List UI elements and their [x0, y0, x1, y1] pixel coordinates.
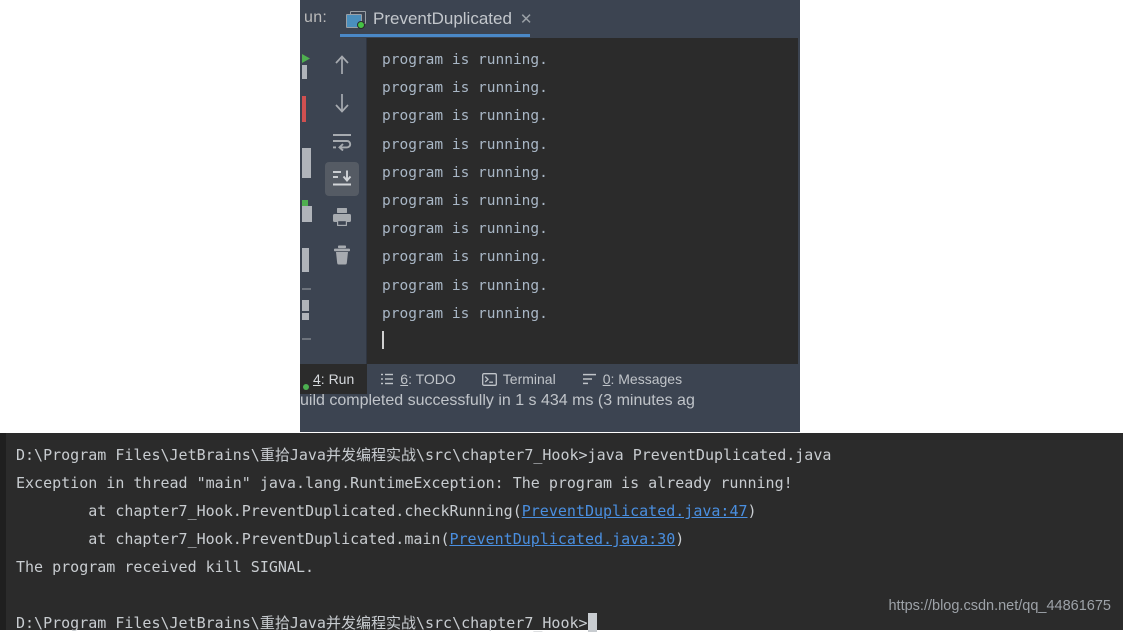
todo-list-icon [380, 373, 394, 385]
build-status-text: uild completed successfully in 1 s 434 m… [300, 394, 695, 409]
stack-suffix: ) [747, 502, 757, 520]
console-line: program is running. [382, 305, 548, 322]
stack-suffix: ) [675, 530, 685, 548]
stack-link[interactable]: PreventDuplicated.java:30 [449, 530, 675, 548]
console-area: program is running. program is running. … [300, 38, 800, 374]
terminal-exception-line: Exception in thread "main" java.lang.Run… [16, 474, 793, 492]
sidebar-item-run[interactable]: 4: Run [300, 364, 368, 394]
sidebar-item-messages[interactable]: 0: Messages [569, 364, 695, 394]
stop-icon-part[interactable] [302, 65, 307, 79]
console-output[interactable]: program is running. program is running. … [367, 38, 800, 364]
status-bar: uild completed successfully in 1 s 434 m… [300, 394, 800, 432]
rerun-icon[interactable] [302, 206, 312, 222]
terminal-prompt: D:\Program Files\JetBrains\重拾Java并发编程实战\… [16, 446, 588, 464]
terminal-kill-line: The program received kill SIGNAL. [16, 558, 315, 576]
console-line: program is running. [382, 136, 548, 153]
soft-wrap-icon[interactable] [325, 124, 359, 158]
terminal-stack-line: at chapter7_Hook.PreventDuplicated.check… [16, 497, 1123, 525]
terminal-prompt: D:\Program Files\JetBrains\重拾Java并发编程实战\… [16, 614, 588, 632]
resume-icon[interactable] [302, 148, 311, 178]
separator-icon-2 [302, 338, 311, 340]
tab-active-underline [340, 34, 530, 37]
terminal-stack-line: at chapter7_Hook.PreventDuplicated.main(… [16, 525, 1123, 553]
tool-window-label: : TODO [408, 371, 456, 387]
terminal-caret [587, 613, 597, 632]
console-line: program is running. [382, 221, 548, 238]
tool-window-label: Terminal [502, 371, 556, 387]
terminal-command: java PreventDuplicated.java [587, 446, 832, 464]
windows-terminal[interactable]: D:\Program Files\JetBrains\重拾Java并发编程实战\… [0, 433, 1123, 632]
terminal-final-prompt-line: D:\Program Files\JetBrains\重拾Java并发编程实战\… [16, 609, 1123, 637]
bracket-icon[interactable] [302, 248, 309, 272]
console-caret-line [382, 328, 800, 356]
console-caret [382, 331, 384, 350]
console-toolbar [318, 38, 367, 374]
sidebar-item-todo[interactable]: 6: TODO [367, 364, 469, 394]
terminal-icon [481, 372, 497, 386]
stack-link[interactable]: PreventDuplicated.java:47 [522, 502, 748, 520]
tab-label: PreventDuplicated [373, 9, 512, 28]
print-icon[interactable] [325, 200, 359, 234]
stack-prefix: at chapter7_Hook.PreventDuplicated.main( [16, 530, 450, 548]
run-tab-bar: un: PreventDuplicated ✕ [300, 0, 800, 38]
console-line: program is running. [382, 277, 548, 294]
trash-icon[interactable] [325, 238, 359, 272]
console-line: program is running. [382, 108, 548, 125]
terminal-command-line: D:\Program Files\JetBrains\重拾Java并发编程实战\… [16, 441, 1123, 469]
tool-window-mnemonic: 6 [400, 371, 409, 387]
console-line: program is running. [382, 80, 548, 97]
suspend-icon[interactable] [302, 96, 306, 122]
tool-window-bar: 4: Run 6: TODO Terminal 0: Messages [300, 364, 800, 394]
tool-window-label: : Messages [610, 371, 683, 387]
down-arrow-icon[interactable] [325, 86, 359, 120]
console-right-edge [798, 38, 800, 364]
scroll-to-end-icon[interactable] [325, 162, 359, 196]
run-actions-gutter-clipped [300, 38, 318, 364]
tool-window-label: : Run [320, 371, 355, 387]
console-line: program is running. [382, 52, 548, 68]
tab-preventduplicated[interactable]: PreventDuplicated ✕ [340, 0, 543, 38]
ide-run-panel: un: PreventDuplicated ✕ program is runni… [300, 0, 800, 432]
console-line: program is running. [382, 249, 548, 266]
close-icon[interactable]: ✕ [520, 12, 533, 27]
run-status-dot-icon [303, 384, 309, 390]
up-arrow-icon[interactable] [325, 48, 359, 82]
run-toolwindow-label: un: [304, 9, 328, 26]
settings-icon-b[interactable] [302, 313, 309, 320]
settings-icon-a[interactable] [302, 300, 309, 311]
sidebar-item-terminal[interactable]: Terminal [469, 364, 569, 394]
separator-icon [302, 288, 311, 290]
messages-icon [582, 373, 597, 385]
console-line: program is running. [382, 193, 548, 210]
console-line: program is running. [382, 164, 548, 181]
run-icon[interactable] [302, 54, 310, 63]
stack-prefix: at chapter7_Hook.PreventDuplicated.check… [16, 502, 522, 520]
tool-window-mnemonic: 4 [313, 371, 321, 387]
run-configuration-icon [346, 11, 366, 29]
